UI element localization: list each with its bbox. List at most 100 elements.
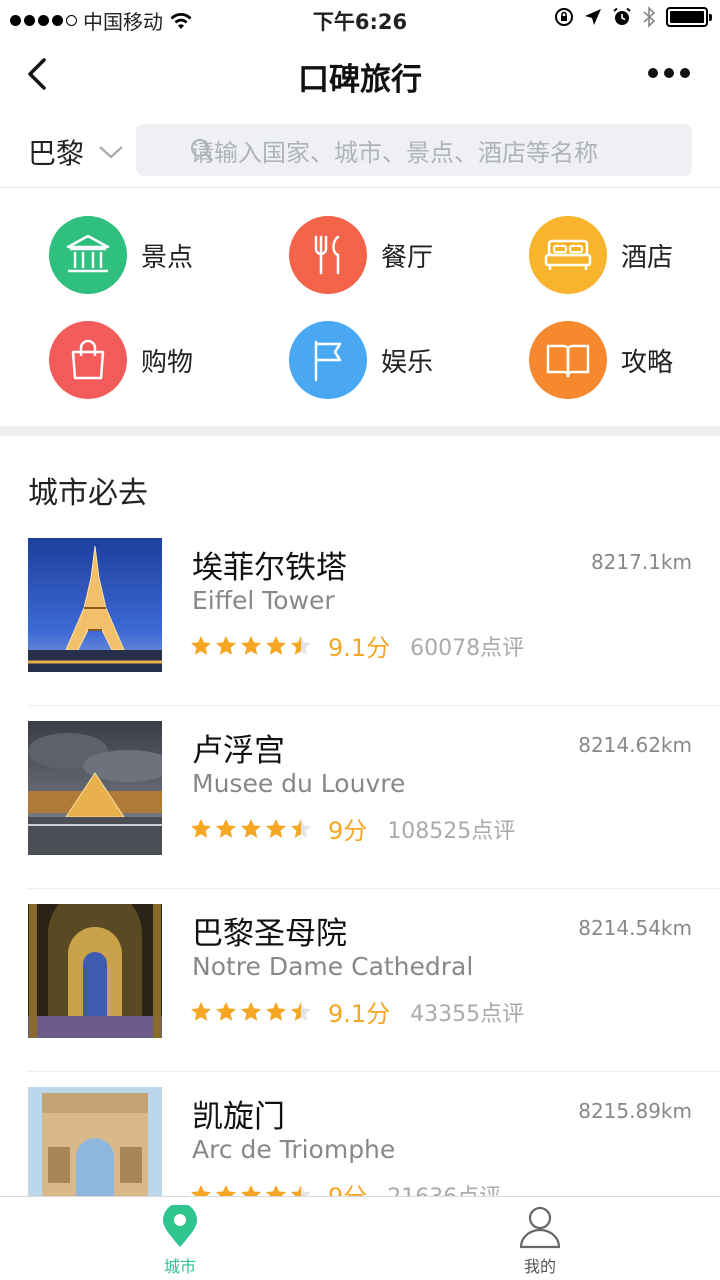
place-name-en: Musee du Louvre: [192, 769, 406, 798]
place-list: 埃菲尔铁塔 Eiffel Tower 8217.1km 9.1分 60078点评: [0, 522, 720, 1196]
score-label: 9分: [328, 817, 368, 845]
bluetooth-icon: [643, 6, 656, 28]
category-label: 景点: [141, 242, 194, 273]
flag-icon: [289, 321, 367, 399]
alarm-icon: [613, 7, 631, 25]
star-icon: [266, 1001, 286, 1021]
review-count: 60078点评: [410, 635, 525, 661]
location-pin-icon: [163, 1205, 197, 1247]
search-input[interactable]: 请输入国家、城市、景点、酒店等名称: [136, 124, 692, 176]
user-icon: [519, 1206, 561, 1249]
star-icon: [266, 818, 286, 838]
search-icon: [191, 139, 214, 162]
category-label: 购物: [141, 347, 194, 378]
status-right: [554, 6, 712, 28]
star-icon: [191, 1184, 211, 1196]
search-row: 巴黎 请输入国家、城市、景点、酒店等名称: [0, 112, 720, 188]
star-icon: [191, 818, 211, 838]
review-count: 43355点评: [410, 1001, 525, 1027]
tab-city[interactable]: 城市: [120, 1205, 240, 1277]
shopping-bag-icon: [49, 321, 127, 399]
city-selector[interactable]: 巴黎: [28, 132, 124, 172]
star-rating: [190, 1184, 312, 1196]
star-rating: [190, 1001, 312, 1023]
tab-mine[interactable]: 我的: [480, 1205, 600, 1277]
list-item[interactable]: 巴黎圣母院 Notre Dame Cathedral 8214.54km 9.1…: [28, 888, 720, 1072]
rating: 9分 21636点评: [190, 1177, 501, 1196]
location-arrow-icon: [585, 9, 601, 25]
place-name-en: Arc de Triomphe: [192, 1135, 396, 1164]
book-icon: [529, 321, 607, 399]
star-icon: [266, 1184, 286, 1196]
star-icon: [216, 818, 236, 838]
place-name-en: Eiffel Tower: [192, 586, 335, 615]
score-label: 9.1分: [328, 634, 391, 662]
star-icon: [241, 818, 261, 838]
star-icon: [241, 1001, 261, 1021]
star-icon: [216, 1001, 236, 1021]
category-label: 酒店: [621, 242, 674, 273]
city-label: 巴黎: [28, 137, 85, 170]
battery-icon: [666, 7, 712, 27]
tab-label: 城市: [163, 1257, 196, 1276]
louvre-thumbnail: [28, 721, 162, 855]
score-label: 9分: [328, 1177, 367, 1196]
category-label: 娱乐: [381, 347, 434, 378]
tab-label: 我的: [523, 1257, 556, 1276]
star-icon: [291, 1184, 311, 1196]
category-grid: 景点 餐厅 酒店 购物 娱乐 攻略: [0, 190, 720, 426]
star-icon: [216, 635, 236, 655]
place-name: 凯旋门: [192, 1099, 285, 1135]
place-name: 巴黎圣母院: [192, 916, 347, 952]
section-divider: [0, 426, 720, 436]
category-shopping[interactable]: 购物: [49, 321, 249, 399]
arc-de-triomphe-thumbnail: [28, 1087, 162, 1196]
category-sights[interactable]: 景点: [49, 216, 249, 294]
star-icon: [191, 1001, 211, 1021]
star-icon: [241, 1184, 261, 1196]
bed-icon: [529, 216, 607, 294]
eiffel-tower-thumbnail: [28, 538, 162, 672]
star-rating: [190, 818, 312, 840]
nav-bar: 口碑旅行: [0, 38, 720, 110]
star-icon: [191, 635, 211, 655]
star-icon: [216, 1184, 236, 1196]
fork-knife-icon: [289, 216, 367, 294]
status-bar: 中国移动 下午6:26: [0, 0, 720, 38]
star-icon: [291, 635, 311, 655]
chevron-down-icon: [99, 146, 123, 159]
search-placeholder: 请输入国家、城市、景点、酒店等名称: [190, 138, 598, 167]
page-title: 口碑旅行: [298, 62, 422, 98]
rating: 9.1分 43355点评: [190, 994, 524, 1029]
star-icon: [266, 635, 286, 655]
star-icon: [291, 818, 311, 838]
category-label: 攻略: [621, 347, 674, 378]
section-title: 城市必去: [28, 476, 148, 511]
place-name: 埃菲尔铁塔: [192, 550, 347, 586]
star-rating: [190, 635, 312, 657]
notre-dame-thumbnail: [28, 904, 162, 1038]
distance-label: 8215.89km: [578, 1099, 692, 1123]
category-entertainment[interactable]: 娱乐: [289, 321, 489, 399]
rotation-lock-icon: [555, 8, 573, 26]
list-item[interactable]: 卢浮宫 Musee du Louvre 8214.62km 9分 108525点…: [28, 705, 720, 889]
review-count: 21636点评: [387, 1179, 501, 1197]
list-item[interactable]: 埃菲尔铁塔 Eiffel Tower 8217.1km 9.1分 60078点评: [28, 522, 720, 706]
category-guide[interactable]: 攻略: [529, 321, 720, 399]
place-name-en: Notre Dame Cathedral: [192, 952, 474, 981]
rating: 9分 108525点评: [190, 811, 515, 846]
place-name: 卢浮宫: [192, 733, 285, 769]
rating: 9.1分 60078点评: [190, 628, 524, 663]
score-label: 9.1分: [328, 1000, 391, 1028]
category-label: 餐厅: [381, 242, 434, 273]
distance-label: 8214.54km: [578, 916, 692, 940]
star-icon: [291, 1001, 311, 1021]
category-hotel[interactable]: 酒店: [529, 216, 720, 294]
distance-label: 8214.62km: [578, 733, 692, 757]
star-icon: [241, 635, 261, 655]
tab-bar: 城市 我的: [0, 1196, 720, 1280]
category-restaurant[interactable]: 餐厅: [289, 216, 489, 294]
temple-icon: [49, 216, 127, 294]
list-item[interactable]: 凯旋门 Arc de Triomphe 8215.89km 9分 21636点评: [28, 1071, 720, 1196]
more-icon[interactable]: [648, 68, 690, 78]
